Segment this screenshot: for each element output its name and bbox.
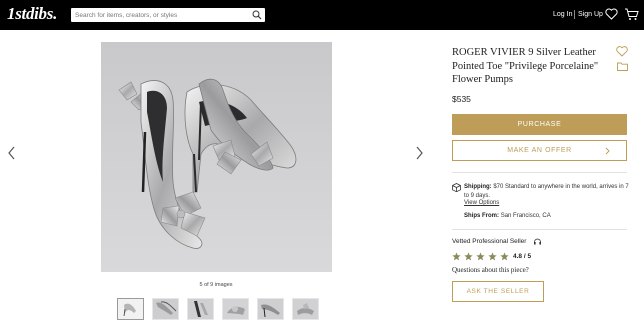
star-icon [464,252,473,261]
purchase-button[interactable]: PURCHASE [452,114,627,135]
shipping-box-icon [452,183,461,192]
thumbnail[interactable] [222,298,249,320]
star-icon [452,252,461,261]
ships-from-value: San Francisco, CA [500,213,551,219]
silver-pumps-photo [101,42,332,272]
make-offer-label: MAKE AN OFFER [507,147,572,154]
thumbnail[interactable] [152,298,179,320]
section-divider [452,172,627,173]
questions-prompt: Questions about this piece? [452,266,529,274]
make-offer-button[interactable]: MAKE AN OFFER [452,140,627,161]
login-link[interactable]: Log In [553,10,572,20]
ships-from-label: Ships From: [464,213,500,219]
shipping-label: Shipping: [464,184,492,190]
headset-icon[interactable] [533,237,542,246]
chevron-right-icon[interactable] [414,145,424,161]
heart-icon[interactable] [616,46,628,57]
folder-icon[interactable] [617,62,628,71]
star-icon [488,252,497,261]
star-icon [500,252,509,261]
site-logo[interactable]: 1stdibs. [7,4,57,24]
signup-link[interactable]: Sign Up [578,10,603,20]
shipping-info: Shipping: $70 Standard to anywhere in th… [464,183,630,200]
seller-rating-value: 4.8 / 5 [513,253,532,260]
thumbnail[interactable] [117,298,144,320]
thumbnail[interactable] [187,298,214,320]
thumbnail[interactable] [292,298,319,320]
product-main-image[interactable] [101,42,332,272]
top-navigation-bar: 1stdibs. Log In Sign Up [0,0,644,30]
star-icon [476,252,485,261]
search-box[interactable] [71,8,265,22]
heart-icon[interactable] [605,8,618,20]
ask-seller-button[interactable]: ASK THE SELLER [452,281,544,302]
nav-divider [574,10,575,19]
seller-rating-stars [452,252,509,261]
image-counter: 5 of 9 images [199,282,233,288]
ships-from: Ships From: San Francisco, CA [464,213,551,219]
view-options-link[interactable]: View Options [464,200,499,206]
thumbnail[interactable] [257,298,284,320]
product-price: $535 [452,94,471,104]
chevron-right-icon [605,147,610,155]
thumbnail-strip [117,298,319,320]
chevron-left-icon[interactable] [7,145,17,161]
product-title: ROGER VIVIER 9 Silver Leather Pointed To… [452,47,599,85]
search-input[interactable] [71,8,251,22]
section-divider [452,229,627,230]
seller-rating: 4.8 / 5 [513,253,531,260]
vetted-seller-label: Vetted Professional Seller [452,238,527,245]
search-icon[interactable] [252,10,262,20]
cart-icon[interactable] [624,7,639,21]
